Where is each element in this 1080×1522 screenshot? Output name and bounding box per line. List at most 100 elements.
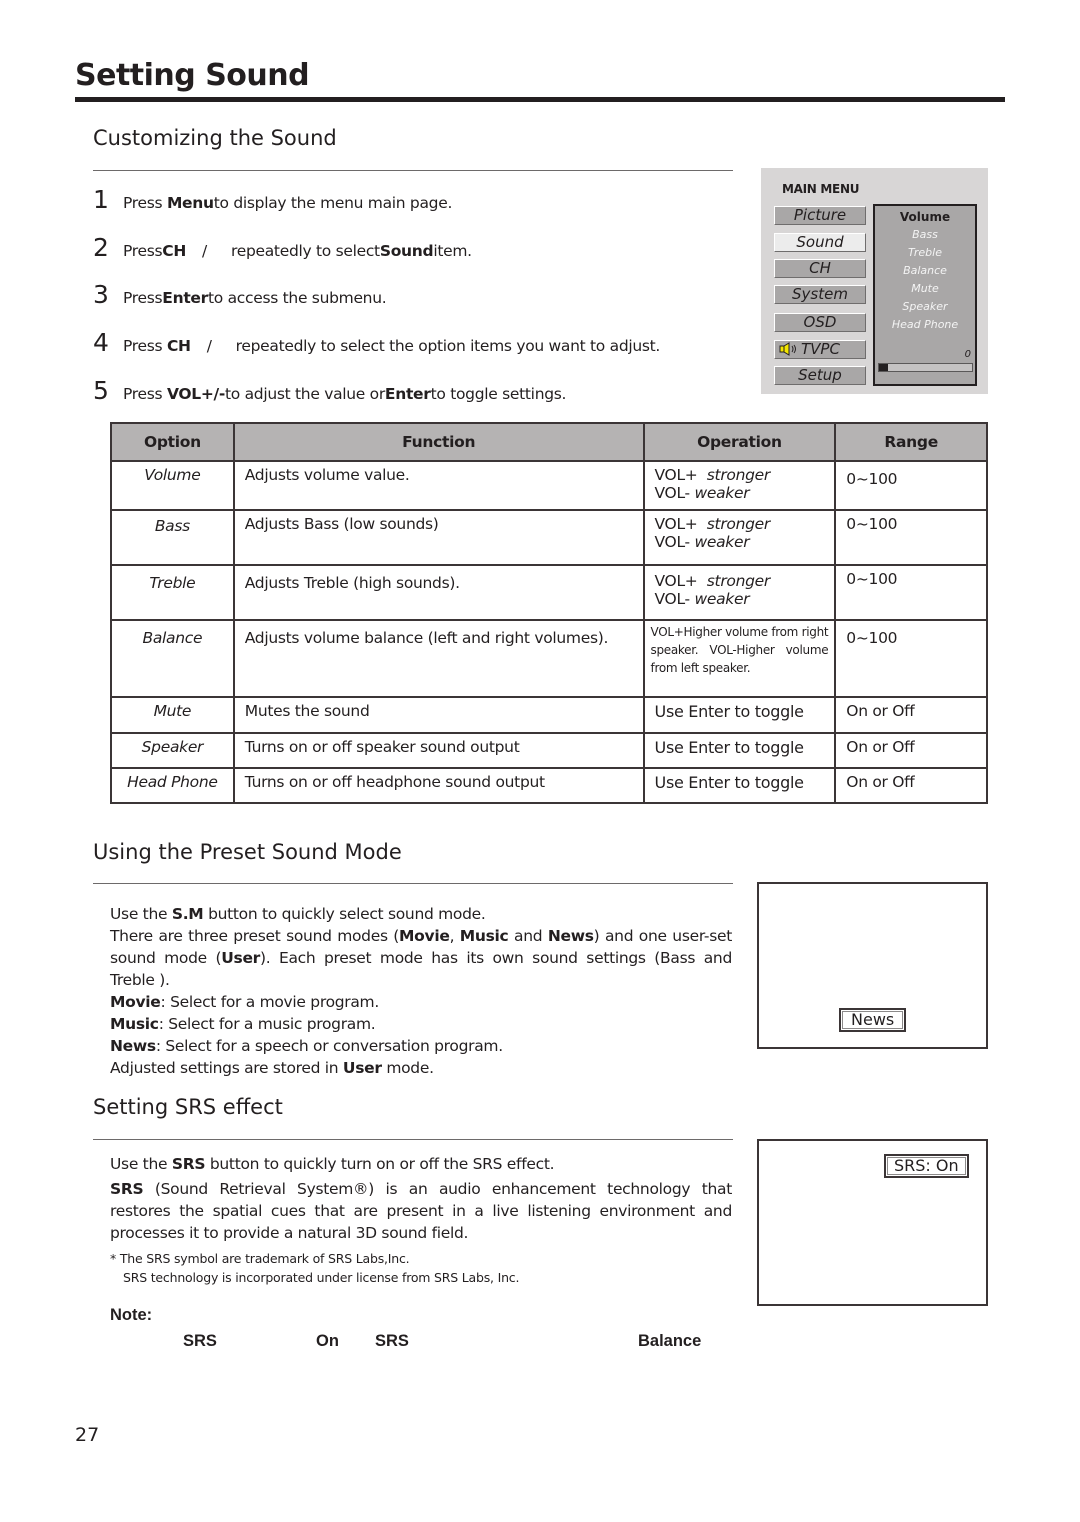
srs-status-label: SRS: On (884, 1154, 969, 1178)
title-divider (75, 97, 1005, 102)
osd-sound-submenu: Volume Bass Treble Balance Mute Speaker … (873, 204, 977, 386)
option-function: Adjusts Bass (low sounds) (232, 509, 645, 566)
header-function: Function (232, 422, 645, 462)
option-range: On or Off (834, 732, 988, 769)
preset-description: Use the S.M button to quickly select sou… (110, 905, 732, 1077)
volume-value: 0 (964, 349, 971, 360)
option-range: 0~100 (834, 619, 988, 698)
option-range: 0~100 (834, 564, 988, 621)
osd-menu-title: MAIN MENU (782, 182, 860, 196)
menu-key: Menu (166, 194, 214, 212)
submenu-item-balance[interactable]: Balance (875, 264, 975, 277)
note-word-srs: SRS (183, 1332, 217, 1350)
osd-item-ch[interactable]: CH (774, 259, 866, 278)
option-operation: VOL+ stronger VOL- weaker (642, 564, 837, 621)
table-row: Mute Mutes the sound Use Enter to toggle… (110, 696, 988, 734)
option-operation: Use Enter to toggle (642, 732, 837, 769)
volume-slider[interactable] (878, 363, 973, 372)
option-name: Bass (110, 509, 235, 566)
submenu-selected-volume[interactable]: Volume (875, 210, 975, 224)
step-number: 5 (93, 376, 109, 405)
option-operation: Use Enter to toggle (642, 696, 837, 734)
section-divider (93, 1139, 733, 1140)
table-row: Speaker Turns on or off speaker sound ou… (110, 732, 988, 769)
step-number: 3 (93, 280, 109, 309)
osd-item-system[interactable]: System (774, 285, 866, 304)
option-function: Turns on or off headphone sound output (232, 767, 645, 804)
osd-item-picture[interactable]: Picture (774, 206, 866, 225)
submenu-item-headphone[interactable]: Head Phone (875, 318, 975, 331)
section-divider (93, 170, 733, 171)
srs-heading: Setting SRS effect (93, 1095, 283, 1119)
option-name: Treble (110, 564, 235, 621)
preset-heading: Using the Preset Sound Mode (93, 840, 402, 864)
option-function: Adjusts volume balance (left and right v… (232, 619, 645, 698)
vol-key: VOL+/- (166, 385, 225, 403)
step-3: 3 Press Enter to access the submenu. (93, 280, 387, 309)
sound-options-table: Option Function Operation Range Volume A… (110, 422, 988, 804)
table-row: Bass Adjusts Bass (low sounds) VOL+ stro… (110, 509, 988, 566)
preset-screen-illustration: News (757, 882, 988, 1049)
option-function: Adjusts Treble (high sounds). (232, 564, 645, 621)
step-2: 2 Press CH / repeatedly to select Sound it… (93, 233, 472, 262)
option-function: Mutes the sound (232, 696, 645, 734)
option-operation: Use Enter to toggle (642, 767, 837, 804)
step-number: 1 (93, 185, 109, 214)
page-number: 27 (75, 1424, 100, 1446)
note-word-balance: Balance (638, 1332, 702, 1350)
option-operation: VOL+Higher volume from right speaker. VO… (642, 619, 837, 698)
customizing-heading: Customizing the Sound (93, 126, 337, 150)
header-operation: Operation (642, 422, 837, 462)
section-divider (93, 883, 733, 884)
option-range: On or Off (834, 767, 988, 804)
submenu-item-bass[interactable]: Bass (875, 228, 975, 241)
submenu-item-mute[interactable]: Mute (875, 282, 975, 295)
option-range: 0~100 (834, 460, 988, 511)
osd-main-menu: MAIN MENU Picture Sound CH System OSD TV… (761, 168, 988, 394)
page-title: Setting Sound (75, 58, 310, 93)
header-range: Range (834, 422, 988, 462)
srs-description: SRS (Sound Retrieval System®) is an audi… (110, 1180, 732, 1242)
ch-key: CH (166, 337, 191, 355)
table-row: Treble Adjusts Treble (high sounds). VOL… (110, 564, 988, 621)
option-operation: VOL+ stronger VOL- weaker (642, 460, 837, 511)
option-name: Balance (110, 619, 235, 698)
table-row: Volume Adjusts volume value. VOL+ strong… (110, 460, 988, 511)
step-4: 4 Press CH / repeatedly to select the opti… (93, 328, 661, 357)
enter-key: Enter (162, 289, 208, 307)
header-option: Option (110, 422, 235, 462)
option-range: 0~100 (834, 509, 988, 566)
option-function: Turns on or off speaker sound output (232, 732, 645, 769)
enter-key: Enter (384, 385, 431, 403)
step-1: 1 Press Menu to display the menu main pa… (93, 185, 453, 214)
option-name: Volume (110, 460, 235, 511)
osd-item-osd[interactable]: OSD (774, 313, 866, 332)
option-operation: VOL+ stronger VOL- weaker (642, 509, 837, 566)
srs-trademark-2: SRS technology is incorporated under lic… (123, 1270, 520, 1285)
step-number: 2 (93, 233, 109, 262)
table-row: Balance Adjusts volume balance (left and… (110, 619, 988, 698)
srs-usage: Use the SRS button to quickly turn on or… (110, 1155, 555, 1173)
option-name: Mute (110, 696, 235, 734)
note-word-on: On (316, 1332, 339, 1350)
step-5: 5 Press VOL+/- to adjust the value or En… (93, 376, 567, 405)
srs-trademark-1: * The SRS symbol are trademark of SRS La… (110, 1251, 410, 1266)
submenu-item-speaker[interactable]: Speaker (875, 300, 975, 313)
osd-item-setup[interactable]: Setup (774, 366, 866, 385)
table-row: Head Phone Turns on or off headphone sou… (110, 767, 988, 804)
step-number: 4 (93, 328, 109, 357)
volume-slider-fill (879, 364, 889, 371)
osd-item-tvpc[interactable]: TVPC (774, 340, 866, 359)
speaker-icon (779, 342, 796, 356)
sound-key: Sound (379, 242, 434, 260)
table-header-row: Option Function Operation Range (110, 422, 988, 462)
option-function: Adjusts volume value. (232, 460, 645, 511)
sound-mode-label: News (839, 1008, 907, 1032)
submenu-item-treble[interactable]: Treble (875, 246, 975, 259)
option-name: Speaker (110, 732, 235, 769)
option-range: On or Off (834, 696, 988, 734)
osd-item-sound[interactable]: Sound (774, 233, 866, 252)
note-label: Note: (110, 1306, 153, 1324)
ch-key: CH (162, 242, 187, 260)
srs-screen-illustration: SRS: On (757, 1139, 988, 1306)
